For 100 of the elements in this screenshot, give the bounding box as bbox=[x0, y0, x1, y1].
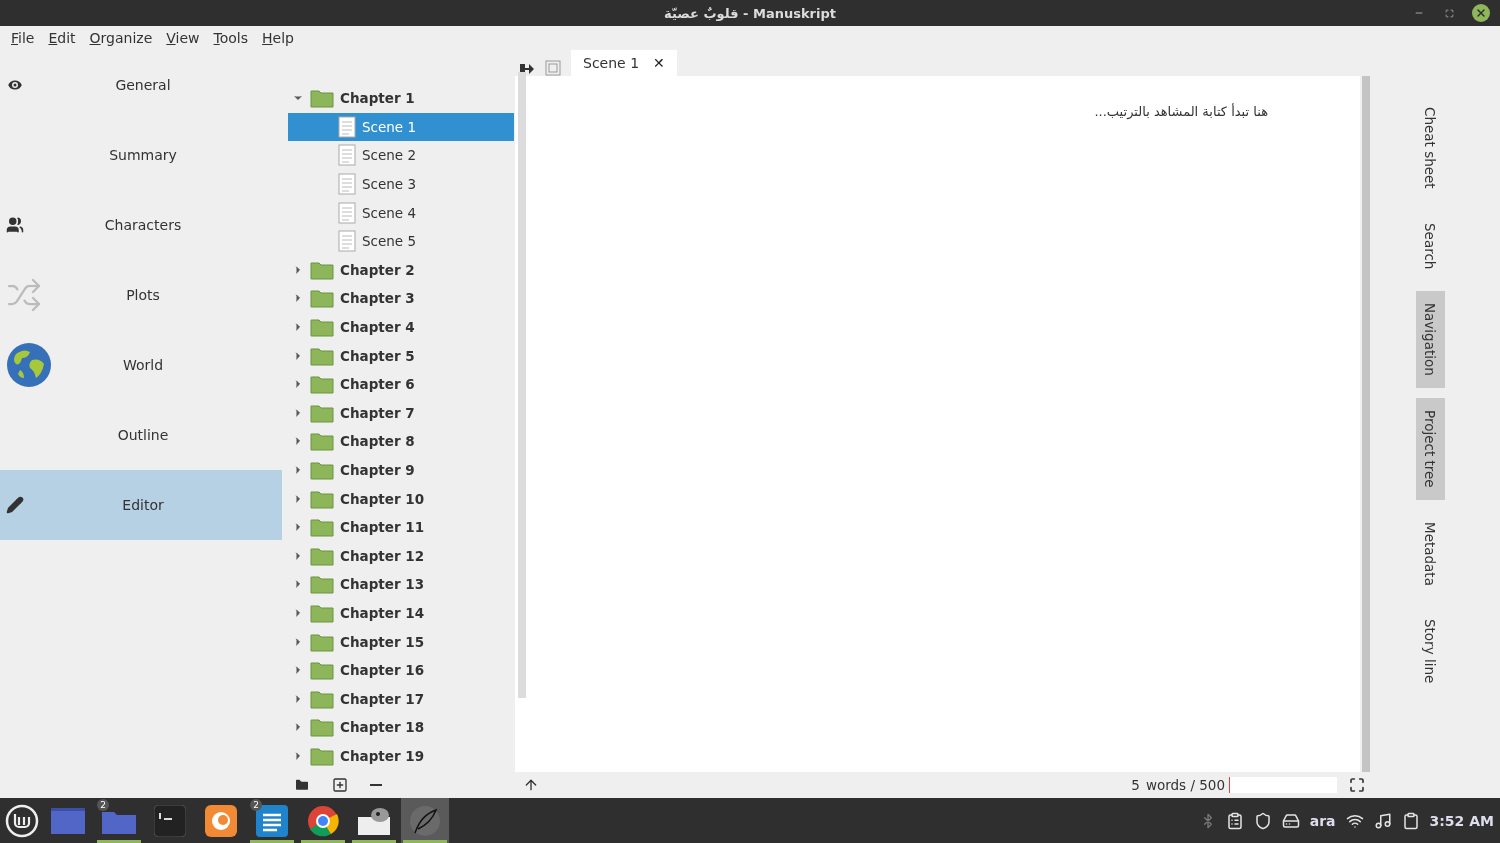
tree-item[interactable]: Chapter 10 bbox=[288, 484, 514, 513]
tab-close-button[interactable]: ✕ bbox=[653, 55, 665, 71]
dock-tab[interactable]: Cheat sheet bbox=[1415, 95, 1445, 201]
dock-tab[interactable]: Metadata bbox=[1415, 509, 1445, 598]
tree-item[interactable]: Chapter 2 bbox=[288, 255, 514, 285]
sidebar-item[interactable]: Summary bbox=[0, 120, 282, 190]
shield-icon[interactable] bbox=[1253, 811, 1272, 830]
tree-item[interactable]: Scene 5 bbox=[288, 226, 514, 256]
tree-item[interactable]: Chapter 1 bbox=[288, 84, 514, 113]
tree-item[interactable]: Chapter 15 bbox=[288, 627, 514, 656]
sound-icon[interactable] bbox=[1373, 811, 1392, 830]
sidebar-item[interactable]: Outline bbox=[0, 400, 282, 470]
add-item-button[interactable] bbox=[332, 777, 348, 793]
folder-icon bbox=[310, 631, 334, 652]
chapter-label: Chapter 18 bbox=[340, 719, 425, 736]
running-indicator bbox=[301, 840, 345, 843]
folder-icon bbox=[310, 688, 334, 709]
tree-item[interactable]: Chapter 17 bbox=[288, 684, 514, 714]
running-indicator bbox=[97, 840, 141, 843]
chapter-label: Chapter 10 bbox=[340, 490, 425, 507]
running-indicator bbox=[352, 840, 396, 843]
chapter-label: Chapter 19 bbox=[340, 747, 425, 764]
chapter-label: Chapter 11 bbox=[340, 519, 425, 536]
scene-label: Scene 4 bbox=[362, 204, 417, 221]
sidebar-item[interactable]: Plots bbox=[0, 260, 282, 330]
tree-item[interactable]: Scene 3 bbox=[288, 169, 514, 199]
sidebar-item[interactable]: World bbox=[0, 330, 282, 400]
close-button[interactable] bbox=[1472, 4, 1490, 22]
chapter-label: Chapter 15 bbox=[340, 633, 425, 650]
tree-item[interactable]: Chapter 9 bbox=[288, 455, 514, 485]
menu-item[interactable]: Help bbox=[255, 28, 301, 48]
taskbar-app[interactable]: 2 bbox=[248, 798, 296, 843]
tree-item[interactable]: Chapter 16 bbox=[288, 655, 514, 685]
scene-label: Scene 1 bbox=[362, 118, 417, 135]
tree-item[interactable]: Chapter 5 bbox=[288, 341, 514, 370]
dock-tab[interactable]: Search bbox=[1415, 210, 1445, 282]
menu-item[interactable]: Organize bbox=[82, 28, 160, 48]
editor-tab[interactable]: Scene 1 ✕ bbox=[571, 50, 677, 76]
add-folder-button[interactable] bbox=[294, 777, 310, 793]
scroll-up-button[interactable] bbox=[523, 777, 539, 793]
tree-item[interactable]: Chapter 6 bbox=[288, 369, 514, 399]
word-count: 5 bbox=[1131, 777, 1140, 793]
shuffle-icon bbox=[6, 277, 42, 313]
dock-tab[interactable]: Navigation bbox=[1415, 291, 1445, 388]
drive-icon[interactable] bbox=[1281, 811, 1300, 830]
window-count-badge: 2 bbox=[250, 799, 262, 811]
chapter-label: Chapter 6 bbox=[340, 376, 415, 393]
running-indicator bbox=[403, 840, 447, 843]
scene-text: هنا تبدأ كتابة المشاهد بالترتيب... bbox=[1094, 104, 1268, 119]
dock-tab[interactable]: Story line bbox=[1415, 607, 1445, 696]
menu-item[interactable]: Edit bbox=[41, 28, 83, 48]
folder-icon bbox=[310, 488, 334, 509]
tree-item[interactable]: Chapter 13 bbox=[288, 570, 514, 599]
menu-item[interactable]: View bbox=[159, 28, 207, 48]
editor-page[interactable]: هنا تبدأ كتابة المشاهد بالترتيب... bbox=[515, 76, 1360, 772]
clipboard-icon[interactable] bbox=[1225, 811, 1244, 830]
notes-tray-icon[interactable] bbox=[1401, 811, 1420, 830]
tree-item[interactable]: Chapter 7 bbox=[288, 398, 514, 428]
scrollbar[interactable] bbox=[518, 72, 526, 698]
folder-icon bbox=[310, 431, 334, 452]
tree-item[interactable]: Chapter 3 bbox=[288, 284, 514, 313]
chapter-label: Chapter 17 bbox=[340, 690, 425, 707]
folder-icon bbox=[310, 88, 334, 109]
folder-icon bbox=[310, 345, 334, 366]
pencil-icon bbox=[6, 496, 24, 514]
tree-item[interactable]: Chapter 11 bbox=[288, 512, 514, 542]
menu-item[interactable]: File bbox=[4, 28, 42, 48]
scene-label: Scene 5 bbox=[362, 233, 417, 250]
tree-item[interactable]: Scene 4 bbox=[288, 198, 514, 227]
tree-item[interactable]: Scene 2 bbox=[288, 141, 514, 170]
tree-item[interactable]: Chapter 19 bbox=[288, 741, 514, 771]
tree-item[interactable]: Chapter 8 bbox=[288, 427, 514, 456]
chapter-label: Chapter 13 bbox=[340, 576, 425, 593]
chapter-label: Chapter 2 bbox=[340, 261, 415, 278]
people-icon bbox=[6, 216, 24, 234]
menu-item[interactable]: Tools bbox=[206, 28, 256, 48]
folder-icon bbox=[310, 545, 334, 566]
scrollbar[interactable] bbox=[1362, 76, 1370, 772]
sidebar-item[interactable]: Characters bbox=[0, 190, 282, 260]
sidebar-item[interactable]: General bbox=[0, 50, 282, 120]
taskbar-app[interactable]: 2 bbox=[95, 798, 143, 843]
keyboard-layout[interactable]: ara bbox=[1309, 812, 1336, 829]
arrow-right-icon[interactable] bbox=[519, 62, 535, 76]
close-icon bbox=[1475, 7, 1487, 19]
globe-icon bbox=[6, 342, 52, 388]
dock-tab[interactable]: Project tree bbox=[1415, 397, 1445, 500]
taskbar-app[interactable] bbox=[401, 798, 449, 843]
chapter-label: Chapter 9 bbox=[340, 462, 415, 478]
chapter-label: Chapter 1 bbox=[340, 90, 415, 107]
tree-item[interactable]: Chapter 18 bbox=[288, 713, 514, 742]
fullscreen-button[interactable] bbox=[1349, 777, 1365, 793]
tree-item[interactable]: Chapter 14 bbox=[288, 598, 514, 628]
tree-item[interactable]: Chapter 12 bbox=[288, 541, 514, 571]
sidebar-item[interactable]: Editor bbox=[0, 470, 282, 540]
clock[interactable]: 3:52 AM bbox=[1429, 812, 1494, 829]
document-icon bbox=[338, 201, 356, 224]
folder-icon bbox=[310, 603, 334, 623]
tree-item[interactable]: Chapter 4 bbox=[288, 312, 514, 342]
maximize-button[interactable] bbox=[1442, 6, 1456, 20]
scene-label: Scene 2 bbox=[362, 147, 417, 164]
